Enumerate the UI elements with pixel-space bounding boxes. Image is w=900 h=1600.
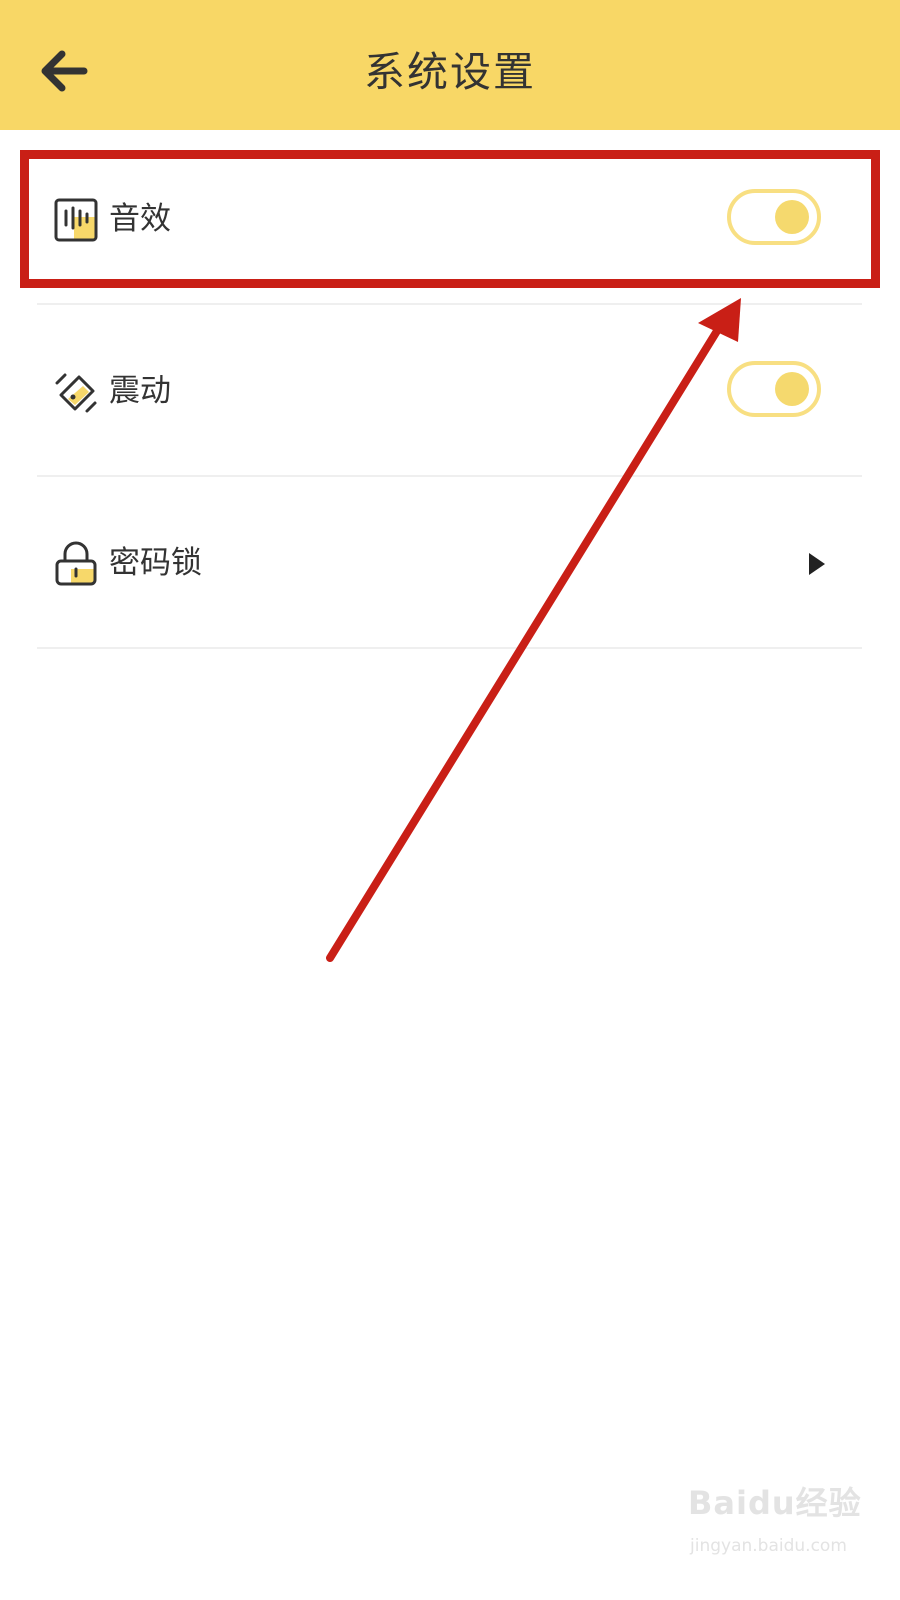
vibration-icon (55, 373, 97, 413)
setting-label: 震动 (109, 373, 171, 409)
watermark-logo: Baidu经验 (688, 1484, 862, 1522)
setting-label: 密码锁 (109, 545, 202, 581)
vibration-toggle[interactable] (727, 361, 821, 417)
baidu-watermark: Baidu经验 jingyan.baidu.com (688, 1478, 868, 1574)
watermark-url: jingyan.baidu.com (690, 1536, 847, 1556)
toggle-knob (775, 200, 809, 234)
lock-icon (55, 541, 97, 586)
sound-toggle[interactable] (727, 189, 821, 245)
setting-label: 音效 (109, 201, 171, 237)
app-header: 系统设置 (0, 0, 900, 130)
toggle-knob (775, 372, 809, 406)
page-title: 系统设置 (364, 48, 536, 96)
sound-effects-icon (54, 198, 98, 242)
setting-row-sound: 音效 (37, 133, 862, 305)
setting-row-vibration: 震动 (37, 305, 862, 477)
setting-row-password-lock[interactable]: 密码锁 (37, 477, 862, 649)
chevron-right-icon[interactable] (805, 549, 829, 579)
